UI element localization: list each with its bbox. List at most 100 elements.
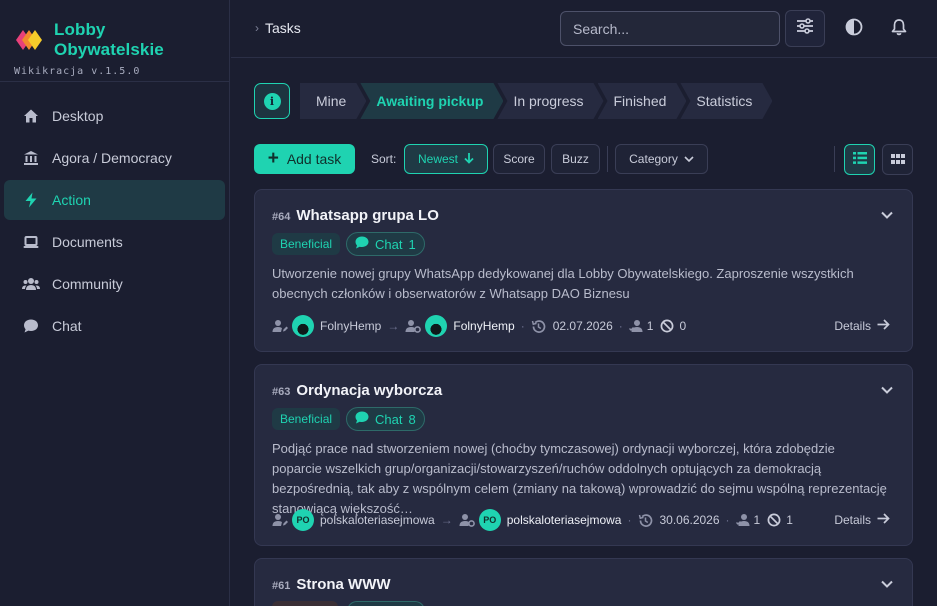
category-dropdown[interactable]: Category <box>615 144 708 174</box>
chat-badge[interactable]: Chat 8 <box>346 407 425 431</box>
user-check-icon <box>735 512 752 528</box>
sidebar-item-label: Desktop <box>52 108 104 124</box>
breadcrumb-separator: › <box>255 21 259 35</box>
chat-badge[interactable]: Chat 1 <box>346 232 425 256</box>
task-assignee[interactable]: polskaloteriasejmowa <box>507 513 622 527</box>
task-meta: FolnyHemp → FolnyHemp · 02.07.2026 · 1 0… <box>272 315 890 337</box>
toolbar-divider <box>834 146 835 172</box>
sidebar-item-community[interactable]: Community <box>4 264 225 304</box>
brand-logo-icon <box>14 28 44 52</box>
sliders-icon <box>796 18 814 39</box>
history-icon <box>531 318 547 334</box>
meta-separator: · <box>725 513 730 527</box>
sort-score-button[interactable]: Score <box>493 144 545 174</box>
sort-label: Sort: <box>371 152 397 166</box>
sort-buzz-button[interactable]: Buzz <box>551 144 600 174</box>
tab-in-progress[interactable]: In progress <box>497 83 603 119</box>
brand: Lobby Obywatelskie Wikikracja v.1.5.0 <box>0 0 229 82</box>
meta-separator: · <box>627 513 632 527</box>
info-button[interactable]: i <box>254 83 290 119</box>
theme-toggle-button[interactable] <box>843 18 865 40</box>
task-card[interactable]: #64 Whatsapp grupa LO Beneficial Chat 1 … <box>254 189 913 352</box>
meta-separator: · <box>520 319 525 333</box>
notifications-button[interactable] <box>888 18 910 40</box>
sidebar-item-action[interactable]: Action <box>4 180 225 220</box>
task-tabs: Mine Awaiting pickup In progress Finishe… <box>300 83 766 119</box>
task-number: #64 <box>272 211 291 223</box>
task-creator[interactable]: polskaloteriasejmowa <box>320 513 435 527</box>
task-card[interactable]: #61 Strona WWW <box>254 558 913 606</box>
brand-link[interactable]: Lobby Obywatelskie <box>14 20 215 60</box>
filter-settings-button[interactable] <box>785 10 825 47</box>
arrow-down-icon <box>464 152 474 167</box>
bell-icon <box>891 18 907 41</box>
bolt-icon <box>22 191 40 209</box>
tab-awaiting-pickup[interactable]: Awaiting pickup <box>360 83 503 119</box>
task-card[interactable]: #63 Ordynacja wyborcza Beneficial Chat 8… <box>254 364 913 546</box>
task-number: #63 <box>272 386 291 398</box>
details-link[interactable]: Details <box>834 513 890 527</box>
user-edit-icon <box>272 512 288 528</box>
task-blocks: 1 <box>786 513 793 527</box>
sidebar-item-label: Chat <box>52 318 82 334</box>
expand-chevron-icon[interactable] <box>880 208 894 222</box>
brand-name: Lobby Obywatelskie <box>54 20 164 59</box>
sidebar-item-label: Community <box>52 276 123 292</box>
user-edit-icon <box>272 318 288 334</box>
tab-statistics[interactable]: Statistics <box>680 83 772 119</box>
topbar: › Tasks <box>231 0 937 58</box>
ban-icon <box>659 318 675 334</box>
bank-icon <box>22 149 40 167</box>
task-date: 02.07.2026 <box>552 319 613 333</box>
task-title[interactable]: Strona WWW <box>296 576 390 593</box>
laptop-icon <box>22 233 40 251</box>
task-votes: 1 <box>753 513 761 527</box>
avatar <box>425 315 448 337</box>
task-creator[interactable]: FolnyHemp <box>320 319 381 333</box>
chat-count: 1 <box>408 236 416 252</box>
details-link[interactable]: Details <box>834 319 890 333</box>
task-title[interactable]: Whatsapp grupa LO <box>296 207 439 224</box>
user-gear-icon <box>459 512 475 528</box>
search-input[interactable] <box>560 11 780 46</box>
meta-separator: · <box>618 319 623 333</box>
sidebar-item-agora[interactable]: Agora / Democracy <box>4 138 225 178</box>
user-check-icon <box>628 318 645 334</box>
ban-icon <box>766 512 782 528</box>
chat-badge[interactable] <box>347 601 425 606</box>
sort-newest-button[interactable]: Newest <box>404 144 488 174</box>
sidebar-item-desktop[interactable]: Desktop <box>4 96 225 136</box>
chat-count: 8 <box>408 411 416 427</box>
expand-chevron-icon[interactable] <box>880 577 894 591</box>
category-badge: Beneficial <box>272 408 341 430</box>
task-votes: 1 <box>646 319 654 333</box>
home-icon <box>22 107 40 125</box>
tab-finished[interactable]: Finished <box>598 83 687 119</box>
task-header: #64 Whatsapp grupa LO <box>272 207 439 224</box>
task-assignee[interactable]: FolnyHemp <box>453 319 514 333</box>
sidebar-item-label: Agora / Democracy <box>52 150 172 166</box>
grid-view-button[interactable] <box>882 144 913 175</box>
expand-chevron-icon[interactable] <box>880 383 894 397</box>
avatar: PO <box>478 509 501 531</box>
tab-mine[interactable]: Mine <box>300 83 366 119</box>
task-badges: Beneficial Chat 8 <box>272 407 425 431</box>
task-description: Utworzenie nowej grupy WhatsApp dedykowa… <box>272 266 854 301</box>
task-title[interactable]: Ordynacja wyborcza <box>296 382 442 399</box>
arrow-right-icon: → <box>440 513 453 527</box>
list-view-button[interactable] <box>844 144 875 175</box>
breadcrumb-current[interactable]: Tasks <box>265 20 301 36</box>
category-badge: Beneficial <box>272 233 341 255</box>
task-date: 30.06.2026 <box>659 513 720 527</box>
task-header: #61 Strona WWW <box>272 576 391 593</box>
history-icon <box>637 512 653 528</box>
add-task-button[interactable]: + Add task <box>254 144 355 174</box>
arrow-right-icon <box>877 513 890 527</box>
task-header: #63 Ordynacja wyborcza <box>272 382 442 399</box>
avatar: PO <box>292 509 314 531</box>
chevron-down-icon <box>684 152 694 166</box>
avatar <box>292 315 314 337</box>
sidebar-item-chat[interactable]: Chat <box>4 306 225 346</box>
user-gear-icon <box>405 318 422 334</box>
sidebar-item-documents[interactable]: Documents <box>4 222 225 262</box>
